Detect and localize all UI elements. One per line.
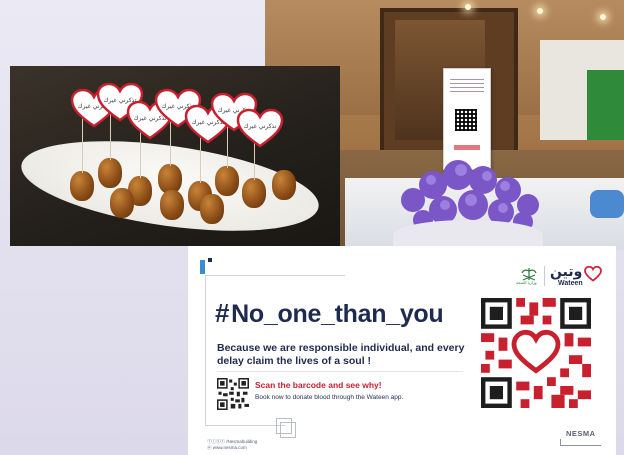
ceiling-light [465, 4, 471, 10]
divider [217, 371, 463, 372]
flower-arrangement [383, 150, 551, 250]
deco-square [280, 422, 296, 438]
svg-text:تذكرني غيرك: تذكرني غيرك [244, 123, 277, 130]
date-fruit [200, 194, 224, 224]
scan-title: Scan the barcode and see why! [255, 380, 382, 390]
frame-line-left [205, 275, 206, 425]
ministry-text: وزارة الصحة [516, 280, 537, 285]
logo-separator [544, 266, 545, 286]
hash-symbol: # [215, 298, 230, 328]
logo-area: وزارة الصحة وتين Wateen [516, 264, 604, 288]
date-fruit [98, 158, 122, 188]
corner-accent-dot [208, 258, 212, 262]
hashtag-title: #No_one_than_you [215, 298, 444, 329]
date-fruit [110, 188, 134, 218]
nesma-mark [560, 439, 601, 446]
blue-chair [590, 190, 624, 218]
stand-heading-lines [450, 79, 484, 95]
ceiling-light [537, 8, 543, 14]
poster: #No_one_than_you Because we are responsi… [188, 246, 616, 455]
date-fruit [215, 166, 239, 196]
nesma-logo: NESMA [560, 429, 601, 447]
green-wall [587, 70, 624, 140]
website: ⓦ www.nesma.com [207, 445, 247, 450]
date-fruit [160, 190, 184, 220]
ceiling-light [600, 14, 606, 20]
dates-photo: تذكرني غيرك تذكرني غيرك تذكرني غيرك تذكرني … [10, 66, 340, 246]
scan-subtitle: Book now to donate blood through the Wat… [255, 394, 404, 401]
small-qr-code-icon [217, 378, 249, 410]
hashtag-text: No_one_than_you [231, 300, 444, 328]
stand-qr-icon [455, 109, 477, 131]
frame-line-bottom [205, 425, 285, 426]
brand-arabic: وتين [550, 264, 583, 280]
date-fruit [272, 170, 296, 200]
date-fruit [70, 171, 94, 201]
heart-icon [584, 266, 602, 282]
scan-row: Scan the barcode and see why! Book now t… [217, 378, 467, 414]
social-links: ⓕⓘⓨⓣ /Nesmabuilding ⓦ www.nesma.com [207, 439, 257, 451]
brand-english: Wateen [558, 280, 583, 287]
heart-tag-icon: تذكرني غيرك [236, 108, 284, 148]
tagline: Because we are responsible individual, a… [217, 342, 465, 367]
frame-line-top [205, 275, 345, 276]
ministry-ar: وزارة الصحة [516, 280, 537, 285]
nesma-text: NESMA [566, 429, 596, 438]
wateen-qr-code-icon [481, 298, 591, 408]
date-fruit [242, 178, 266, 208]
corner-accent [200, 260, 205, 274]
